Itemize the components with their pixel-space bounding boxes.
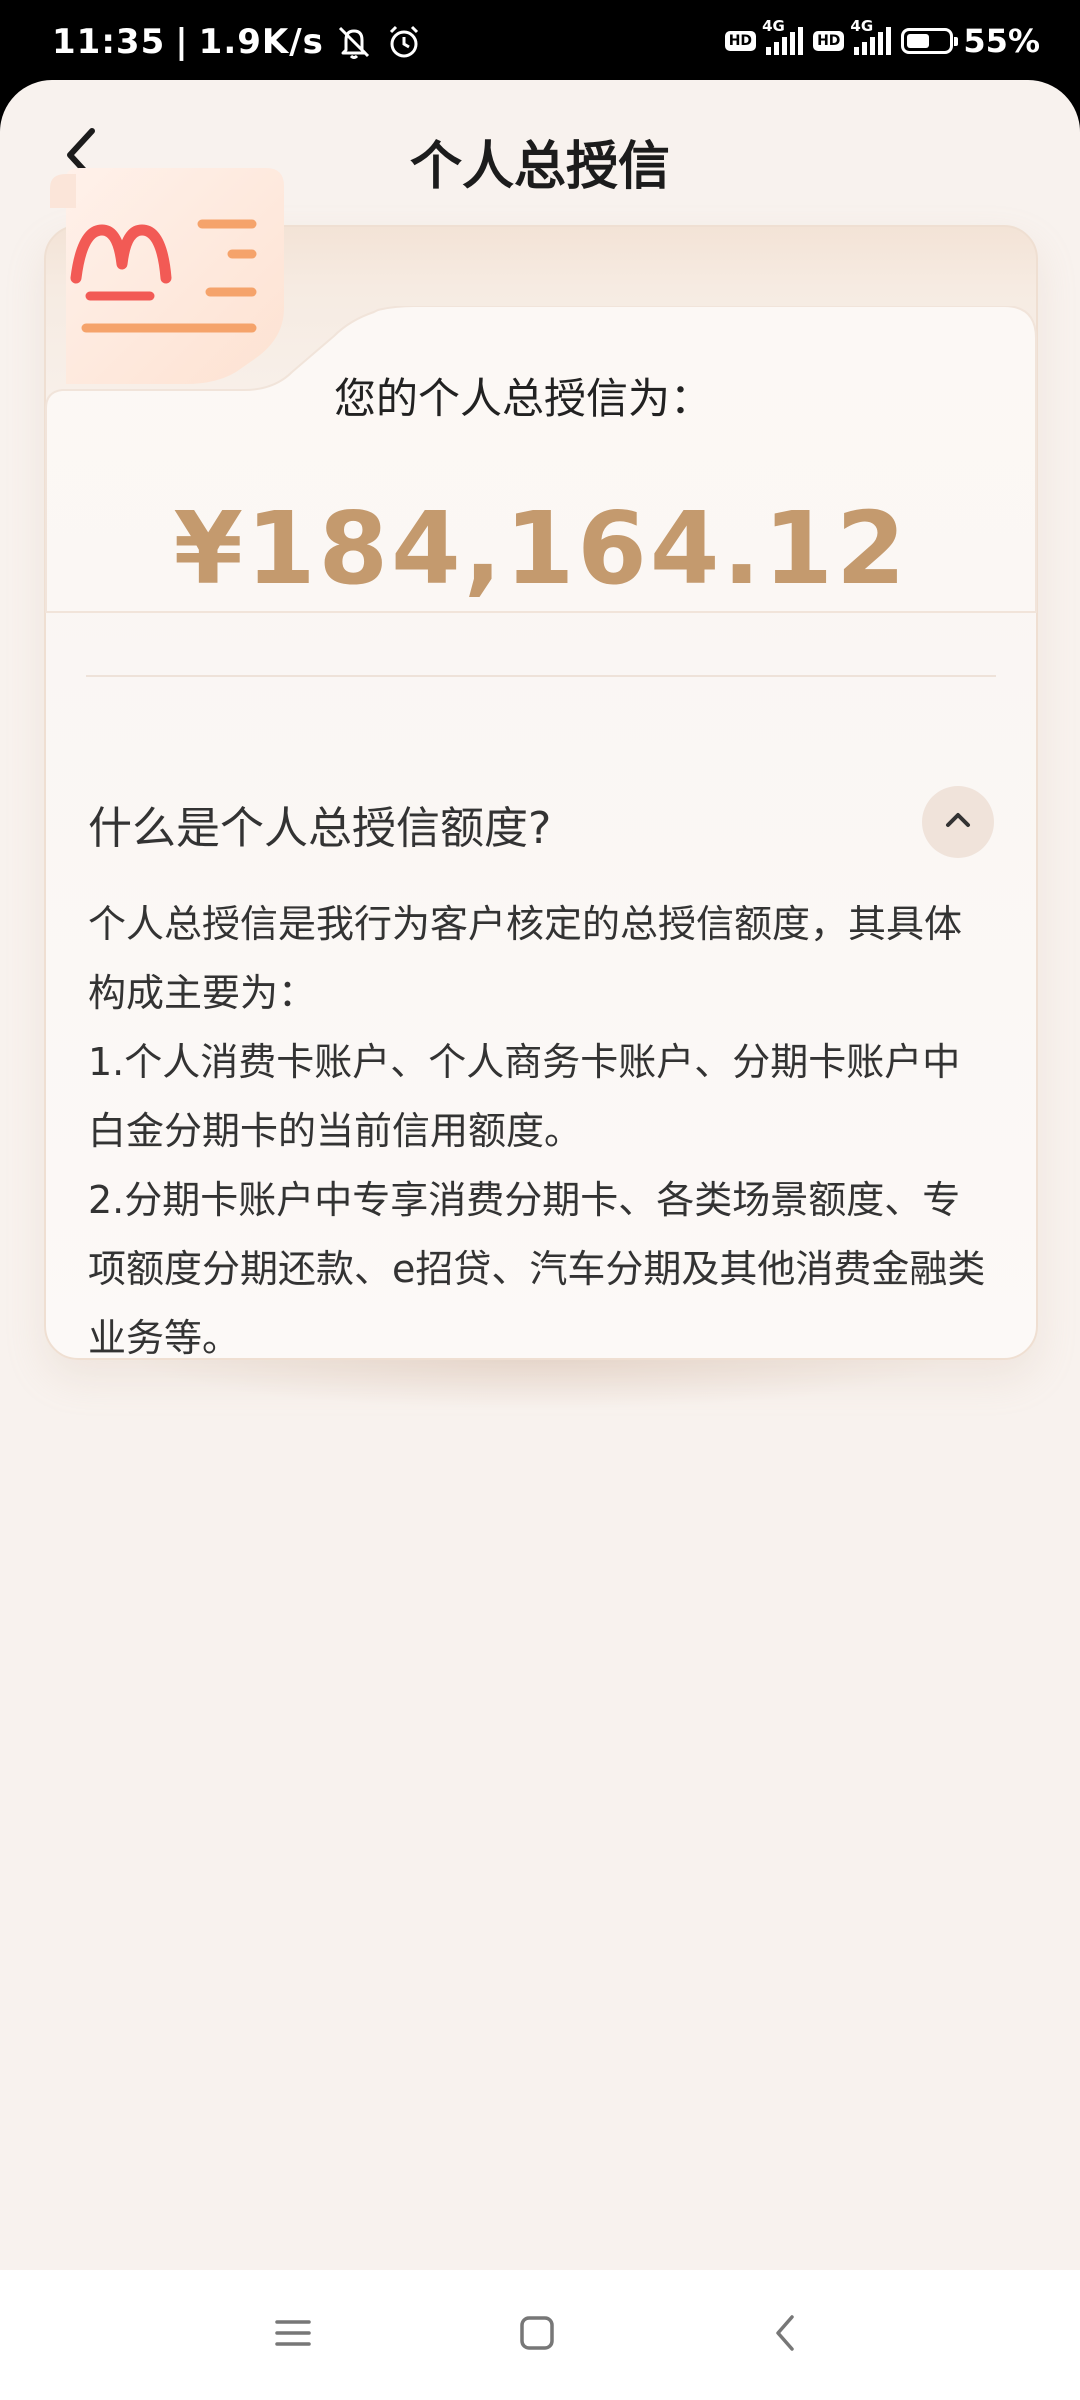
status-network-speed: 1.9K/s — [198, 22, 324, 62]
sim1-signal-icon: 4G — [762, 17, 804, 55]
credit-amount: ¥184,164.12 — [173, 490, 909, 607]
credit-label: 您的个人总授信为： — [334, 374, 713, 423]
sim1-hd-badge: HD — [724, 31, 757, 51]
faq-question[interactable]: 什么是个人总授信额度? — [88, 792, 551, 856]
status-left: 11:35 | 1.9K/s — [52, 22, 424, 62]
sim2-network-label: 4G — [850, 17, 874, 35]
sim2-signal-icon: 4G — [850, 17, 892, 55]
menu-button[interactable] — [258, 2300, 328, 2370]
alarm-icon — [384, 22, 424, 62]
collapse-button[interactable] — [922, 786, 994, 858]
system-back-button[interactable] — [750, 2300, 820, 2370]
document-logo-icon — [50, 168, 284, 384]
home-button[interactable] — [502, 2300, 572, 2370]
mute-icon — [334, 22, 374, 62]
back-icon — [770, 2313, 800, 2357]
battery-percent: 55% — [963, 22, 1040, 60]
status-bar: 11:35 | 1.9K/s HD 4G HD 4G 55% — [0, 0, 1080, 80]
sim1-network-label: 4G — [762, 17, 785, 35]
system-nav-bar — [0, 2270, 1080, 2400]
faq-paragraph: 2.分期卡账户中专享消费分期卡、各类场景额度、专项额度分期还款、e招贷、汽车分期… — [88, 1178, 986, 1360]
home-icon — [518, 2314, 556, 2356]
sim2-hd-badge: HD — [813, 31, 845, 51]
status-right: HD 4G HD 4G 55% — [724, 17, 1040, 60]
faq-paragraph: 个人总授信是我行为客户核定的总授信额度，其具体构成主要为： — [88, 902, 963, 1015]
battery-fill — [907, 34, 930, 48]
divider — [86, 675, 996, 677]
status-time: 11:35 — [52, 22, 166, 62]
faq-paragraph: 1.个人消费卡账户、个人商务卡账户、分期卡账户中白金分期卡的当前信用额度。 — [88, 1040, 961, 1153]
chevron-up-icon — [944, 810, 972, 834]
faq-answer: 个人总授信是我行为客户核定的总授信额度，其具体构成主要为： 1.个人消费卡账户、… — [88, 890, 998, 1373]
battery-icon — [901, 28, 959, 54]
menu-icon — [273, 2316, 313, 2354]
status-separator: | — [175, 22, 189, 62]
